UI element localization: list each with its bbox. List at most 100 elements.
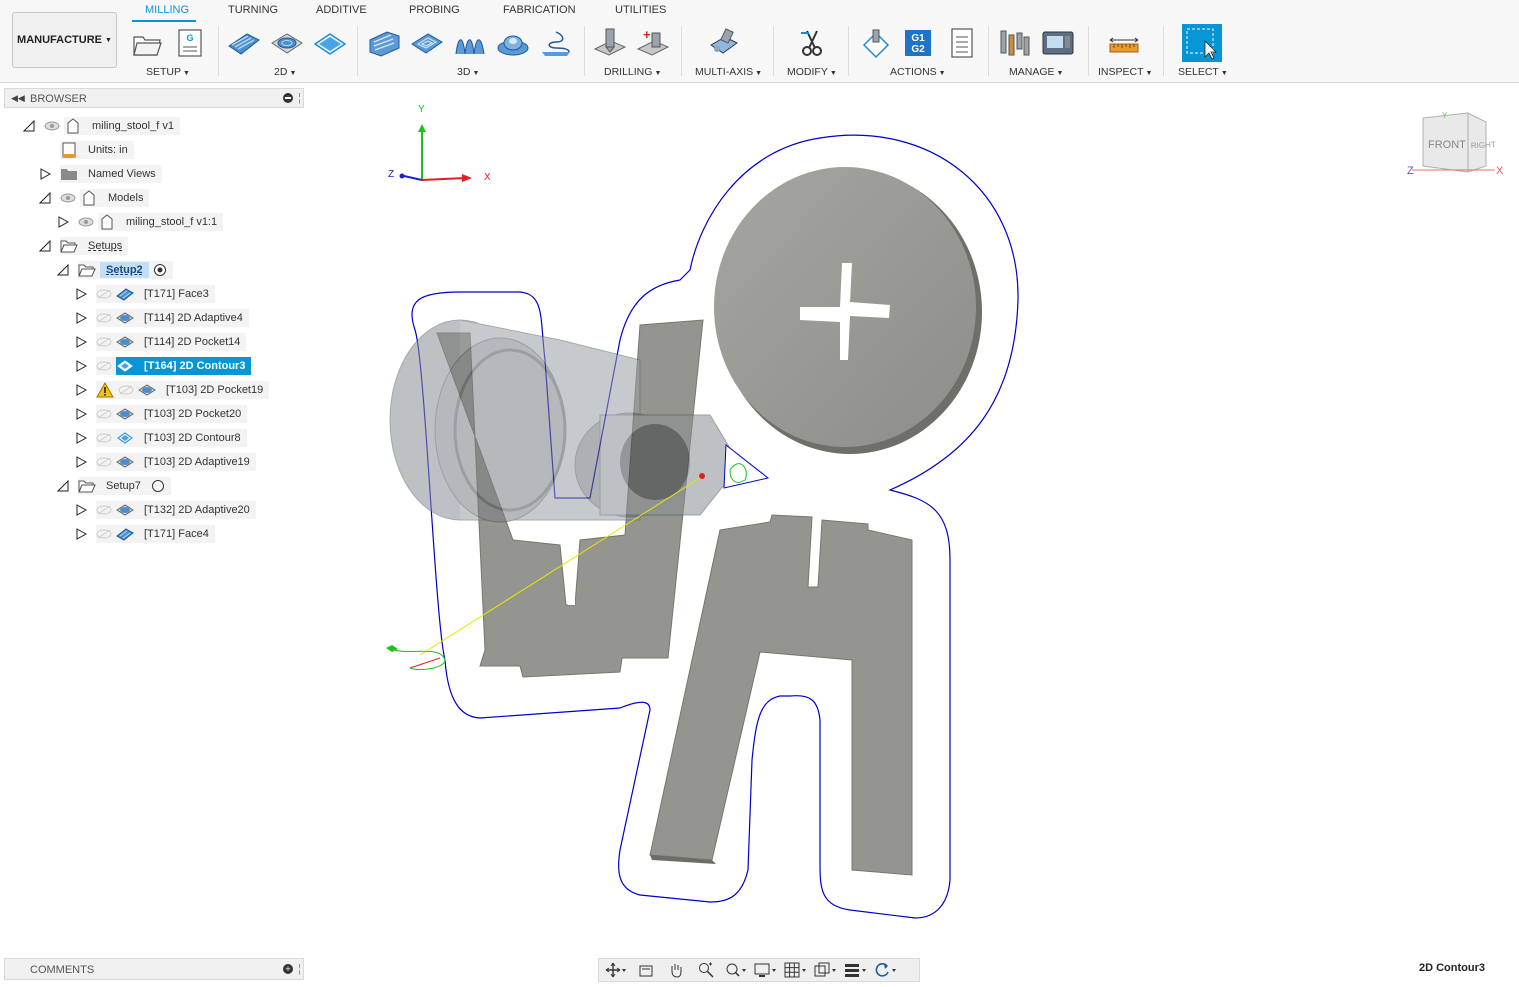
- collapsed-triangle-icon[interactable]: [74, 383, 88, 397]
- panel-resize-handle[interactable]: ¦: [298, 92, 301, 104]
- setup-sheet-icon[interactable]: [945, 26, 979, 60]
- hidden-eye-icon[interactable]: [96, 526, 112, 542]
- tree-root[interactable]: miling_stool_f v1: [22, 116, 180, 136]
- 2d-face-icon[interactable]: [227, 26, 261, 60]
- modify-group-label[interactable]: MODIFY ▼: [787, 66, 837, 78]
- inactive-setup-radio-icon[interactable]: [149, 477, 167, 495]
- visibility-eye-icon[interactable]: [60, 190, 76, 206]
- collapsed-triangle-icon[interactable]: [74, 431, 88, 445]
- hidden-eye-icon[interactable]: [96, 502, 112, 518]
- expanded-triangle-icon[interactable]: [38, 191, 52, 205]
- 3d-spiral-icon[interactable]: [539, 26, 573, 60]
- active-setup-radio-icon[interactable]: [151, 261, 169, 279]
- fit-zoom-icon[interactable]: [723, 960, 749, 980]
- expanded-triangle-icon[interactable]: [56, 479, 70, 493]
- hidden-eye-icon[interactable]: [96, 310, 112, 326]
- collapsed-triangle-icon[interactable]: [56, 215, 70, 229]
- model-canvas[interactable]: Y X Z FRONT RIGHT Z X Y: [310, 84, 1519, 984]
- setup-folder-icon[interactable]: [130, 26, 164, 60]
- hidden-eye-icon[interactable]: [96, 454, 112, 470]
- tree-op[interactable]: [T103] 2D Adaptive19: [74, 452, 256, 472]
- collapsed-triangle-icon[interactable]: [74, 455, 88, 469]
- hidden-eye-icon[interactable]: [96, 430, 112, 446]
- collapsed-triangle-icon[interactable]: [74, 407, 88, 421]
- tab-probing[interactable]: PROBING: [409, 4, 460, 16]
- visibility-eye-icon[interactable]: [78, 214, 94, 230]
- collapsed-triangle-icon[interactable]: [74, 503, 88, 517]
- multi-axis-group-label[interactable]: MULTI-AXIS ▼: [695, 66, 762, 78]
- hidden-eye-icon[interactable]: [96, 334, 112, 350]
- tree-op[interactable]: [T171] Face3: [74, 284, 215, 304]
- comments-panel[interactable]: COMMENTS + ¦: [4, 958, 304, 980]
- manage-group-label[interactable]: MANAGE ▼: [1009, 66, 1063, 78]
- minimize-panel-icon[interactable]: [283, 93, 293, 103]
- viewports-icon[interactable]: [813, 960, 839, 980]
- 2d-contour-icon[interactable]: [313, 26, 347, 60]
- scissors-icon[interactable]: [795, 26, 829, 60]
- machine-library-icon[interactable]: [1041, 26, 1075, 60]
- display-settings-icon[interactable]: [753, 960, 779, 980]
- 2d-adaptive-icon[interactable]: [270, 26, 304, 60]
- add-comment-icon[interactable]: +: [283, 964, 293, 974]
- select-group-label[interactable]: SELECT ▼: [1178, 66, 1228, 78]
- zoom-icon[interactable]: [693, 960, 719, 980]
- tab-fabrication[interactable]: FABRICATION: [503, 4, 576, 16]
- refresh-icon[interactable]: [873, 960, 899, 980]
- workspace-switcher-button[interactable]: MANUFACTURE ▼: [12, 12, 117, 68]
- setup-group-label[interactable]: SETUP ▼: [146, 66, 190, 78]
- section-view-icon[interactable]: [843, 960, 869, 980]
- 3d-parallel-icon[interactable]: [453, 26, 487, 60]
- tree-op[interactable]: [T132] 2D Adaptive20: [74, 500, 256, 520]
- expanded-triangle-icon[interactable]: [22, 119, 36, 133]
- orbit-icon[interactable]: [603, 960, 629, 980]
- tree-op[interactable]: [T103] 2D Pocket20: [74, 404, 248, 424]
- view-cube[interactable]: FRONT RIGHT Z X Y: [1407, 111, 1504, 177]
- multi-axis-icon[interactable]: [707, 26, 741, 60]
- collapsed-triangle-icon[interactable]: [74, 287, 88, 301]
- tab-additive[interactable]: ADDITIVE: [316, 4, 367, 16]
- tab-utilities[interactable]: UTILITIES: [615, 4, 666, 16]
- measure-icon[interactable]: [1107, 26, 1141, 60]
- tab-turning[interactable]: TURNING: [228, 4, 278, 16]
- post-process-g1g2-icon[interactable]: G1 G2: [901, 26, 935, 60]
- tree-models[interactable]: Models: [38, 188, 150, 208]
- tree-model-item[interactable]: miling_stool_f v1:1: [56, 212, 224, 232]
- drill-icon[interactable]: [593, 26, 627, 60]
- tree-setups[interactable]: Setups: [38, 236, 129, 256]
- 2d-group-label[interactable]: 2D ▼: [274, 66, 296, 78]
- tree-op-selected[interactable]: [T164] 2D Contour3: [74, 356, 252, 376]
- tree-setup2[interactable]: Setup2: [56, 260, 173, 280]
- expanded-triangle-icon[interactable]: [38, 239, 52, 253]
- collapse-panel-icon[interactable]: ◀◀: [11, 93, 25, 104]
- expanded-triangle-icon[interactable]: [56, 263, 70, 277]
- 3d-viewport[interactable]: Y X Z FRONT RIGHT Z X Y: [310, 84, 1519, 984]
- collapsed-triangle-icon[interactable]: [74, 359, 88, 373]
- 3d-pocket-icon[interactable]: [410, 26, 444, 60]
- collapsed-triangle-icon[interactable]: [74, 311, 88, 325]
- select-window-icon[interactable]: [1182, 24, 1222, 62]
- actions-group-label[interactable]: ACTIONS ▼: [890, 66, 946, 78]
- hidden-eye-icon[interactable]: [96, 286, 112, 302]
- tab-milling[interactable]: MILLING: [145, 4, 189, 16]
- collapsed-triangle-icon[interactable]: [74, 527, 88, 541]
- collapsed-triangle-icon[interactable]: [38, 167, 52, 181]
- tool-library-icon[interactable]: [998, 26, 1032, 60]
- tree-setup7[interactable]: Setup7: [56, 476, 171, 496]
- simulate-icon[interactable]: [859, 26, 893, 60]
- tree-op[interactable]: [T171] Face4: [74, 524, 215, 544]
- hidden-eye-icon[interactable]: [96, 358, 112, 374]
- 3d-group-label[interactable]: 3D ▼: [457, 66, 479, 78]
- nc-program-icon[interactable]: G: [173, 26, 207, 60]
- tree-op[interactable]: [T114] 2D Adaptive4: [74, 308, 249, 328]
- grid-settings-icon[interactable]: [783, 960, 809, 980]
- hole-recognition-icon[interactable]: +: [636, 26, 670, 60]
- 3d-adaptive-icon[interactable]: [367, 26, 401, 60]
- drilling-group-label[interactable]: DRILLING ▼: [604, 66, 661, 78]
- collapsed-triangle-icon[interactable]: [74, 335, 88, 349]
- look-at-icon[interactable]: [633, 960, 659, 980]
- panel-resize-handle[interactable]: ¦: [298, 963, 301, 975]
- visibility-eye-icon[interactable]: [44, 118, 60, 134]
- hidden-eye-icon[interactable]: [96, 406, 112, 422]
- tree-units[interactable]: Units: in: [60, 140, 134, 160]
- tree-op-warning[interactable]: [T103] 2D Pocket19: [74, 380, 270, 400]
